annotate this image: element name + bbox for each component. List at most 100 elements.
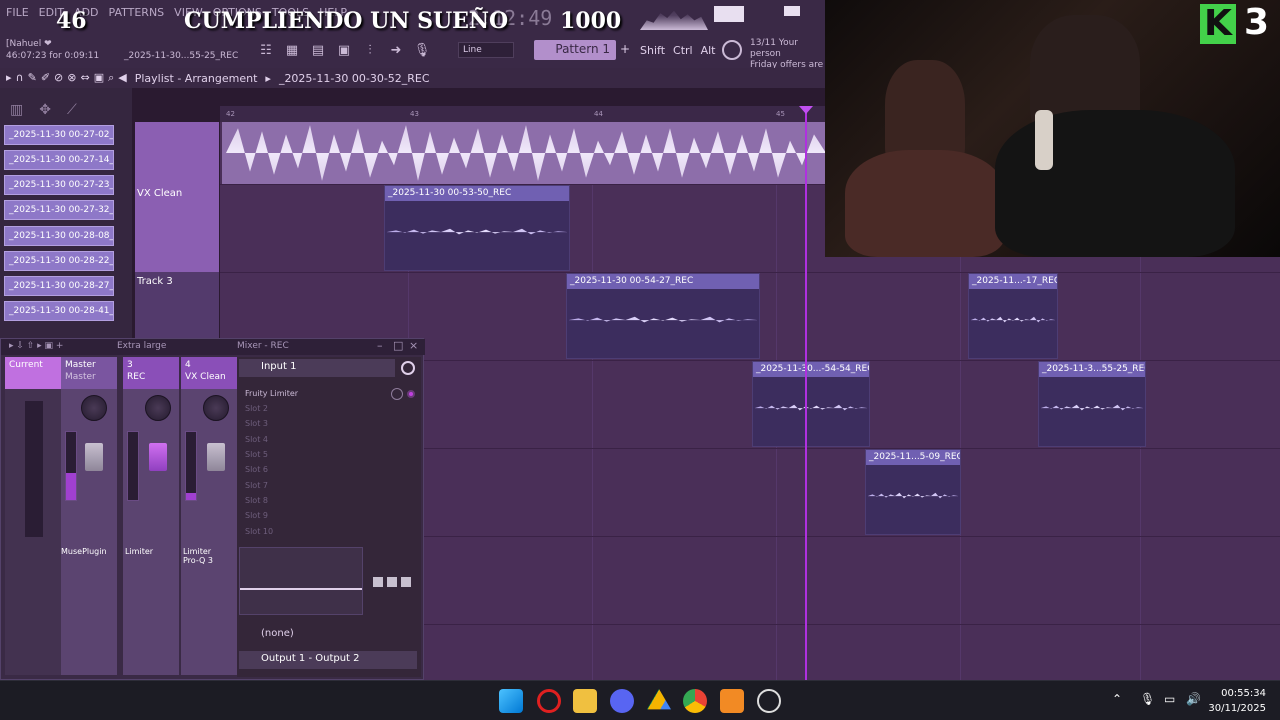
browser-item[interactable]: _2025-11-30 00-27-14_R... — [4, 150, 114, 170]
mixer-strip-current[interactable]: Current — [5, 357, 61, 675]
pan-knob[interactable] — [145, 395, 171, 421]
effect-slot[interactable]: Slot 8 — [245, 494, 385, 508]
timeline-ruler[interactable]: 42 43 44 45 — [220, 106, 825, 122]
browser-item[interactable]: _2025-11-30 00-27-23_R... — [4, 175, 114, 195]
browser-item[interactable]: _2025-11-30 00-27-02_R... — [4, 125, 114, 145]
playlist-icon[interactable]: ☷ — [256, 42, 276, 60]
mixer-icon[interactable]: ⫶ — [360, 42, 380, 60]
main-audio-clip[interactable] — [222, 122, 826, 184]
tray-mic-icon[interactable]: 🎙 — [1140, 692, 1155, 706]
volume-fader[interactable] — [85, 443, 103, 471]
tray-network-icon[interactable]: ▭ — [1164, 692, 1175, 706]
mute-icon[interactable]: ⊗ — [67, 71, 76, 85]
slot-mix-knob[interactable] — [391, 388, 403, 400]
close-icon[interactable]: × — [409, 339, 418, 352]
pan-knob[interactable] — [203, 395, 229, 421]
tray-volume-icon[interactable]: 🔊 — [1186, 692, 1201, 706]
clock-icon[interactable] — [401, 361, 415, 375]
alt-button[interactable]: Alt — [701, 44, 716, 57]
track-header-1[interactable] — [135, 122, 219, 184]
audio-clip[interactable]: _2025-11...-17_REC — [968, 273, 1058, 359]
browser-item[interactable]: _2025-11-30 00-28-41_R... — [4, 301, 114, 321]
mixer-strip-vx-clean[interactable]: 4 VX Clean Limiter Pro-Q 3 — [181, 357, 237, 675]
mixer-preset[interactable]: Extra large — [117, 341, 166, 351]
eq-band-faders[interactable] — [371, 547, 415, 615]
effect-slot[interactable]: Fruity Limiter — [245, 387, 385, 401]
menu-file[interactable]: FILE — [6, 6, 29, 26]
audio-clip[interactable]: _2025-11-30...-54-54_REC — [752, 361, 870, 447]
taskbar-clock[interactable]: 00:55:34 30/11/2025 — [1208, 686, 1266, 716]
play-arrow-icon[interactable]: ▸ — [6, 71, 12, 85]
maximize-icon[interactable]: □ — [393, 339, 403, 352]
mixer-view-icons[interactable]: ▸ ⇩ ⇧ ▸ ▣ + — [9, 341, 63, 351]
menu-patterns[interactable]: PATTERNS — [109, 6, 165, 26]
eq-band-knob[interactable] — [387, 577, 397, 587]
volume-fader[interactable] — [149, 443, 167, 471]
chrome-icon[interactable] — [683, 689, 707, 713]
pencil-icon[interactable]: ✎ — [28, 71, 37, 85]
send-selector[interactable]: (none) — [239, 625, 417, 645]
snap-select[interactable]: Line — [458, 42, 514, 58]
effect-slot[interactable]: Slot 10 — [245, 525, 385, 539]
zoom-icon[interactable]: ⌕ — [108, 71, 114, 85]
microphone-icon[interactable]: 🎙 — [412, 42, 432, 60]
browser-item[interactable]: _2025-11-30 00-28-22_R... — [4, 251, 114, 271]
obs-icon[interactable] — [757, 689, 781, 713]
pattern-selector[interactable]: Pattern 1 — [534, 40, 616, 60]
shift-button[interactable]: Shift — [640, 44, 665, 57]
effect-slot[interactable]: Slot 3 — [245, 417, 385, 431]
google-drive-icon[interactable] — [647, 689, 671, 710]
audio-clip[interactable]: _2025-11...5-09_REC — [865, 449, 961, 535]
channel-rack-icon[interactable]: ▦ — [282, 42, 302, 60]
effect-slot[interactable]: Slot 6 — [245, 463, 385, 477]
effect-slot[interactable]: Slot 7 — [245, 479, 385, 493]
opera-icon[interactable] — [537, 689, 561, 713]
browser-link-icon[interactable]: ⟋ — [67, 102, 77, 118]
effect-slot[interactable]: Slot 5 — [245, 448, 385, 462]
piano-roll-icon[interactable]: ▤ — [308, 42, 328, 60]
browser-move-icon[interactable]: ✥ — [39, 102, 51, 118]
pan-knob[interactable] — [81, 395, 107, 421]
arrow-icon[interactable]: ➜ — [386, 42, 406, 60]
browser-icon[interactable]: ▣ — [334, 42, 354, 60]
browser-grid-icon[interactable]: ▥ — [10, 102, 23, 118]
mixer-strip-master[interactable]: Master Master MusePlugin — [61, 357, 117, 675]
audio-clip[interactable]: _2025-11-30 00-53-50_REC — [384, 185, 570, 271]
playhead[interactable] — [805, 106, 807, 680]
playhead-marker[interactable] — [799, 106, 813, 114]
mixer-titlebar[interactable]: ▸ ⇩ ⇧ ▸ ▣ + Extra large Mixer - REC – □ … — [1, 339, 425, 355]
track-header-3[interactable]: Track 3 — [135, 272, 219, 338]
effect-slot[interactable]: Slot 9 — [245, 509, 385, 523]
slot-enable-toggle[interactable] — [407, 390, 415, 398]
output-selector[interactable]: Output 1 - Output 2 — [239, 651, 417, 669]
speaker-icon[interactable]: ◀ — [118, 71, 126, 85]
minimize-icon[interactable]: – — [377, 339, 383, 352]
discord-icon[interactable] — [610, 689, 634, 713]
audio-clip[interactable]: _2025-11-30 00-54-27_REC — [566, 273, 760, 359]
browser-item[interactable]: _2025-11-30 00-28-08_R... — [4, 226, 114, 246]
file-explorer-icon[interactable] — [573, 689, 597, 713]
ctrl-button[interactable]: Ctrl — [673, 44, 693, 57]
tray-chevron-icon[interactable]: ⌃ — [1112, 692, 1122, 706]
paint-icon[interactable]: ✐ — [41, 71, 50, 85]
add-pattern-button[interactable]: + — [620, 42, 630, 56]
magnet-icon[interactable]: ∩ — [16, 71, 24, 85]
effect-slot[interactable]: Slot 4 — [245, 433, 385, 447]
input-selector[interactable]: Input 1 — [239, 359, 395, 377]
start-icon[interactable] — [499, 689, 523, 713]
eq-display[interactable] — [239, 547, 363, 615]
track-header-2[interactable]: VX Clean — [135, 184, 219, 272]
slip-icon[interactable]: ⇔ — [80, 71, 89, 85]
eq-band-knob[interactable] — [373, 577, 383, 587]
volume-fader[interactable] — [207, 443, 225, 471]
fl-studio-icon[interactable] — [720, 689, 744, 713]
select-icon[interactable]: ▣ — [94, 71, 104, 85]
playlist-breadcrumb[interactable]: _2025-11-30 00-30-52_REC — [279, 72, 430, 85]
news-icon[interactable] — [722, 40, 742, 60]
eq-band-knob[interactable] — [401, 577, 411, 587]
effect-slot[interactable]: Slot 2 — [245, 402, 385, 416]
delete-icon[interactable]: ⊘ — [54, 71, 63, 85]
browser-item[interactable]: _2025-11-30 00-27-32_R... — [4, 200, 114, 220]
mixer-strip-rec[interactable]: 3 REC Limiter — [123, 357, 179, 675]
audio-clip[interactable]: _2025-11-3...55-25_REC — [1038, 361, 1146, 447]
